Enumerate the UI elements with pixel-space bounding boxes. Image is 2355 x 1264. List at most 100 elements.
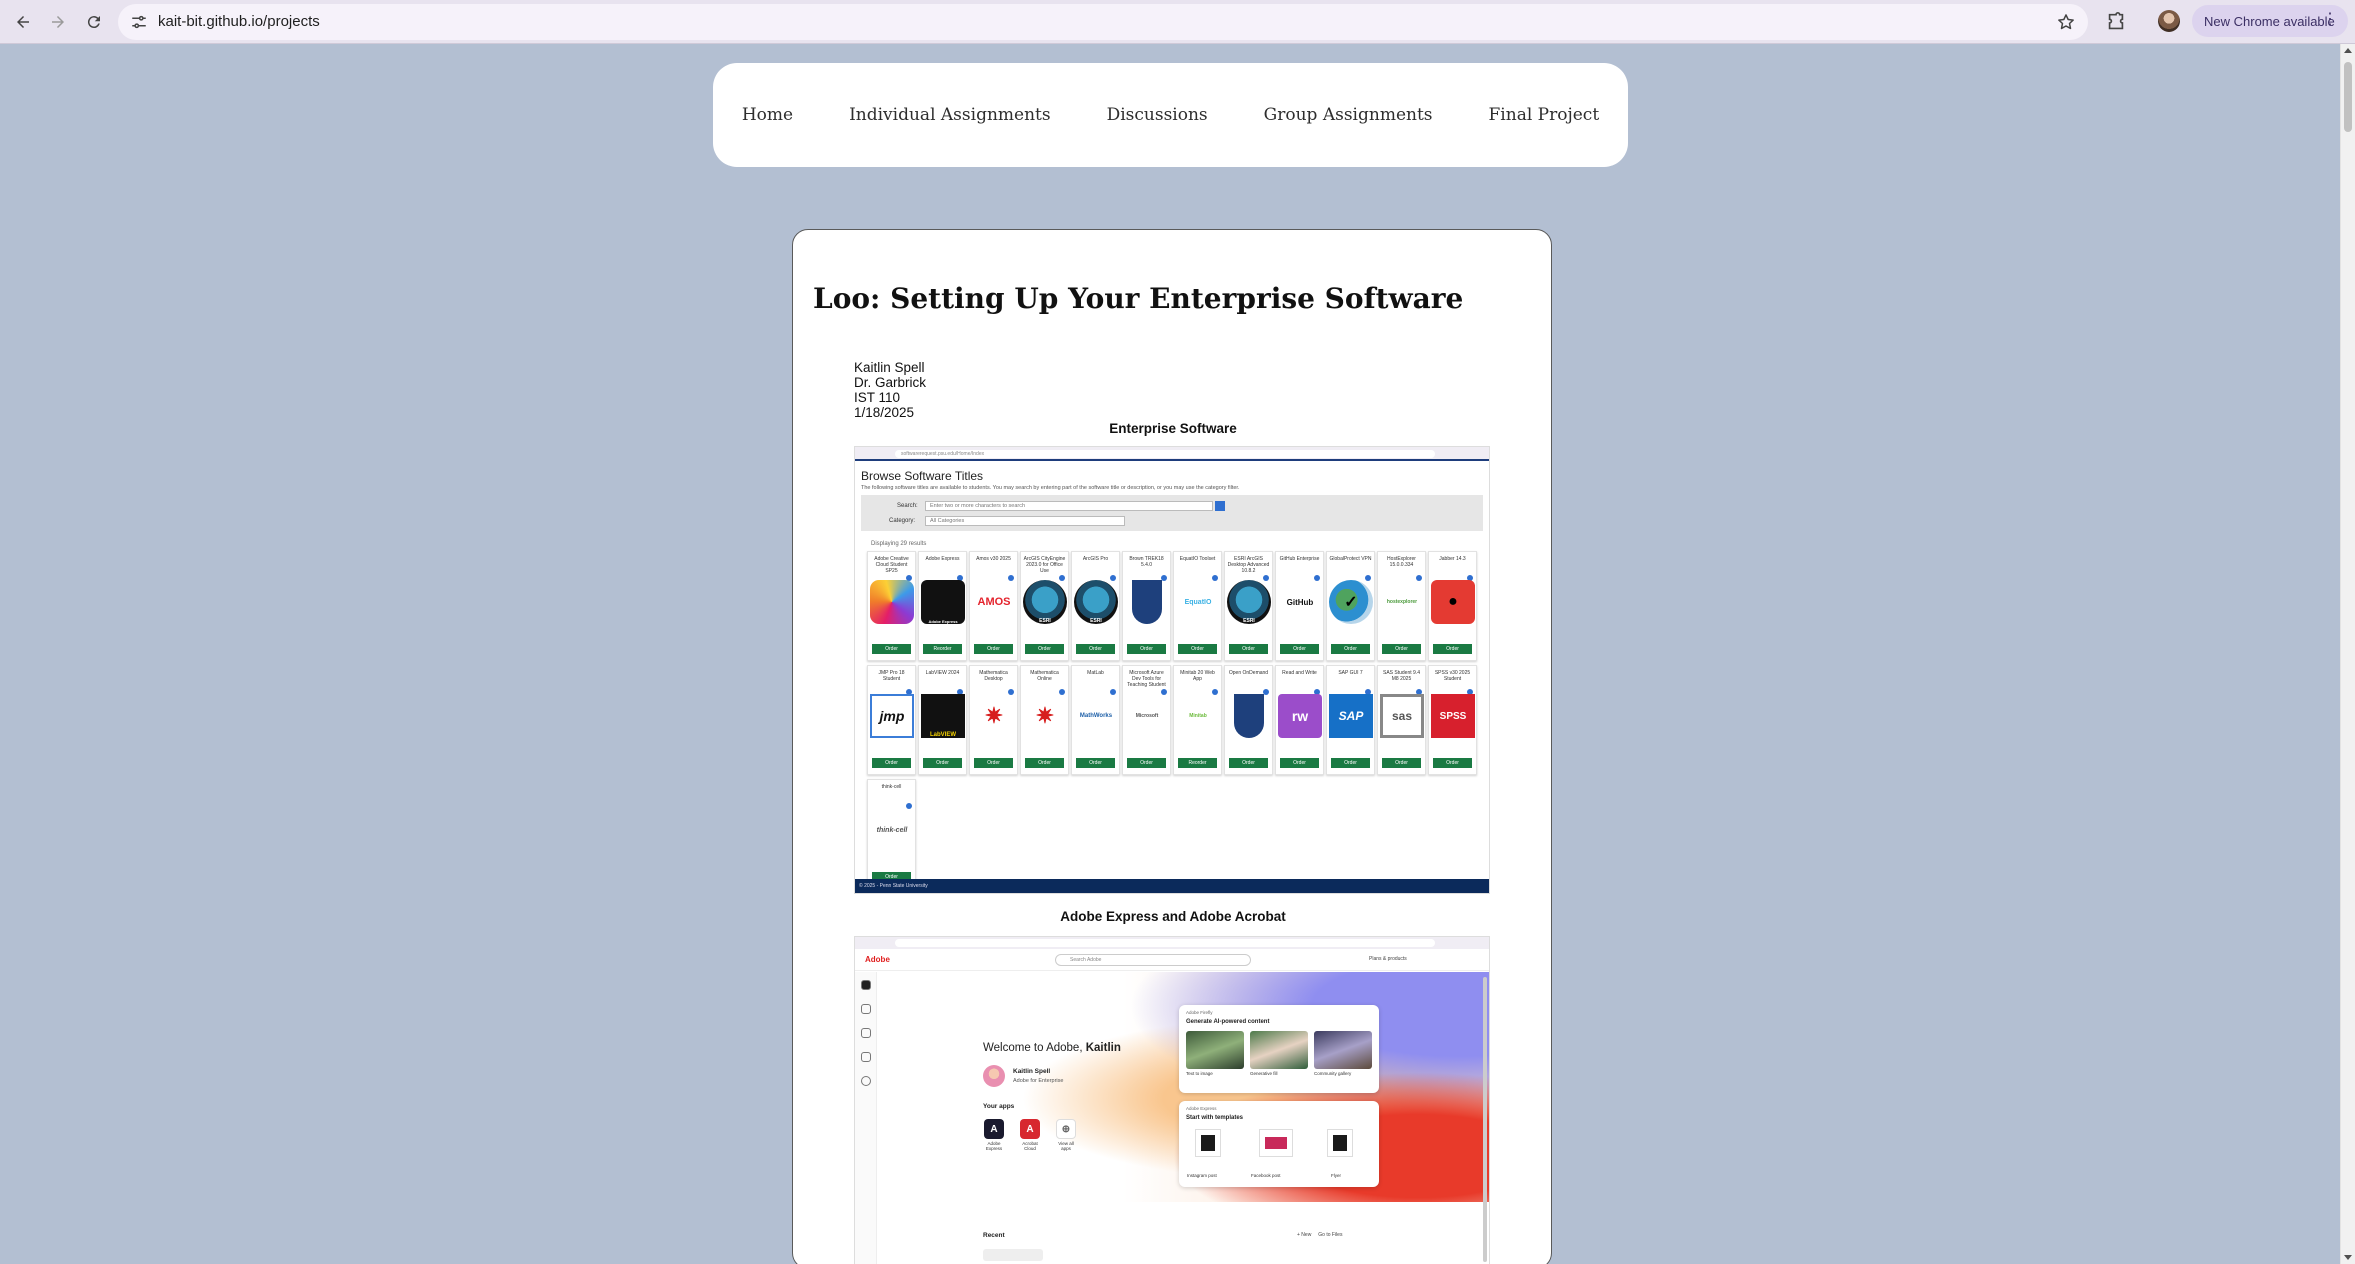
- adobe-header: Adobe Search Adobe Plans & products: [855, 949, 1489, 971]
- site-settings-icon[interactable]: [130, 13, 148, 31]
- microsoft-logo: Microsoft: [1135, 713, 1159, 719]
- nav-final-project[interactable]: Final Project: [1489, 105, 1600, 125]
- software-grid-row-2: JMP Pro 18 Student jmp Order LabVIEW 2024 La…: [867, 665, 1479, 775]
- profile-avatar[interactable]: [2158, 10, 2180, 32]
- app-view-all: ⊕ View all apps: [1053, 1119, 1079, 1151]
- extensions-icon[interactable]: [2105, 11, 2127, 33]
- jabber-logo: ●: [1431, 580, 1475, 624]
- software-tile: Minitab 20 Web App Minitab Reorder: [1173, 665, 1222, 775]
- software-grid-row-1: Adobe Creative Cloud Student SP25 Order Ad…: [867, 551, 1479, 661]
- software-name: Mathematica Online: [1030, 670, 1059, 682]
- order-button: Order: [1280, 644, 1319, 654]
- forward-button[interactable]: [44, 8, 72, 36]
- student-name: Kaitlin Spell: [854, 360, 925, 375]
- jmp-logo: jmp: [870, 694, 914, 738]
- instructor-name: Dr. Garbrick: [854, 375, 927, 390]
- software-tile: ArcGIS Pro ESRI Order: [1071, 551, 1120, 661]
- url-text[interactable]: kait-bit.github.io/projects: [158, 13, 320, 30]
- acrobat-icon: A: [1020, 1119, 1040, 1139]
- category-select: All Categories: [925, 516, 1125, 526]
- order-button: Order: [1127, 644, 1166, 654]
- firefly-caption-2: Generative fill: [1250, 1071, 1278, 1076]
- recent-file-placeholder: [983, 1249, 1043, 1261]
- nav-group-assignments[interactable]: Group Assignments: [1264, 105, 1433, 125]
- adobe-plans-link: Plans & products: [1369, 956, 1407, 962]
- section-title-adobe: Adobe Express and Adobe Acrobat: [1060, 909, 1286, 924]
- embedded-browser-bar: [855, 937, 1489, 949]
- express-panel: Adobe Express Start with templates Insta…: [1179, 1101, 1379, 1187]
- minitab-logo: Minitab: [1189, 713, 1207, 719]
- order-button: Order: [1433, 758, 1472, 768]
- software-name: SPSS v30 2025 Student: [1434, 670, 1471, 682]
- order-button: Order: [1331, 758, 1370, 768]
- recent-new: + New: [1297, 1232, 1312, 1238]
- software-tile: EquatIO Toolset EquatIO Order: [1173, 551, 1222, 661]
- page-scrollbar[interactable]: [2340, 44, 2355, 1264]
- chrome-update-label: New Chrome available: [2204, 13, 2335, 29]
- nav-discussions[interactable]: Discussions: [1107, 105, 1208, 125]
- catalog-search-input: Enter two or more characters to search: [925, 501, 1213, 511]
- scroll-down-arrow-icon[interactable]: [2344, 1255, 2352, 1260]
- search-label: Search:: [897, 503, 918, 509]
- order-button: Reorder: [1178, 758, 1217, 768]
- apps-icon: [861, 1004, 871, 1014]
- express-tag: Adobe Express: [1186, 1106, 1217, 1111]
- arrow-right-icon: [52, 16, 64, 28]
- nav-individual-assignments[interactable]: Individual Assignments: [849, 105, 1051, 125]
- order-button: Order: [1025, 644, 1064, 654]
- readwrite-logo: rw: [1278, 694, 1322, 738]
- software-name: ESRI ArcGIS Desktop Advanced 10.8.2: [1227, 556, 1270, 574]
- order-button: Order: [872, 758, 911, 768]
- software-name: Microsoft Azure Dev Tools for Teaching S…: [1127, 670, 1166, 688]
- reload-button[interactable]: [80, 8, 108, 36]
- sap-logo: SAP: [1329, 694, 1373, 738]
- firefly-thumb-1: [1186, 1031, 1244, 1069]
- back-button[interactable]: [9, 8, 37, 36]
- software-name: JMP Pro 18 Student: [878, 670, 905, 682]
- reload-icon: [87, 16, 100, 29]
- software-tile: Adobe Express Adobe Express Reorder: [918, 551, 967, 661]
- software-tile: SAP GUI 7 SAP Order: [1326, 665, 1375, 775]
- adobe-search-input: Search Adobe: [1055, 954, 1251, 966]
- app-label: View all apps: [1058, 1141, 1074, 1151]
- scroll-up-arrow-icon[interactable]: [2344, 48, 2352, 53]
- mathematica-logo: ✷: [1035, 703, 1055, 728]
- software-name: GlobalProtect VPN: [1329, 556, 1372, 562]
- course-code: IST 110: [854, 390, 901, 405]
- equatio-logo: EquatIO: [1184, 598, 1212, 606]
- chrome-update-button[interactable]: New Chrome available ⋮: [2192, 5, 2348, 37]
- order-button: Order: [1229, 644, 1268, 654]
- template-caption-1: Instagram post: [1187, 1173, 1217, 1178]
- software-name: SAP GUI 7: [1338, 670, 1363, 676]
- amos-logo: AMOS: [977, 596, 1011, 608]
- order-button: Order: [1382, 758, 1421, 768]
- bookmark-star-icon[interactable]: [2056, 12, 2076, 32]
- address-bar[interactable]: kait-bit.github.io/projects: [118, 4, 2088, 40]
- app-adobe-express: A Adobe Express: [981, 1119, 1007, 1151]
- express-heading: Start with templates: [1186, 1115, 1244, 1121]
- assignment-heading: Kaitlin Spell Dr. Garbrick IST 110 1/18/…: [854, 360, 926, 420]
- software-grid-row-3: think-cell think-cell Order: [867, 779, 1479, 889]
- adobe-welcome: Welcome to Adobe, Kaitlin: [983, 1042, 1121, 1054]
- scrollbar-thumb[interactable]: [2344, 62, 2352, 132]
- software-tile: Microsoft Azure Dev Tools for Teaching S…: [1122, 665, 1171, 775]
- software-name: Jabber 14.3: [1439, 556, 1466, 562]
- order-button: Order: [923, 758, 962, 768]
- software-name: ArcGIS CityEngine 2023.0 for Office Use: [1023, 556, 1066, 574]
- software-tile: Open OnDemand Order: [1224, 665, 1273, 775]
- template-thumb-1: [1195, 1129, 1221, 1157]
- browser-toolbar: kait-bit.github.io/projects New Chrome a…: [0, 0, 2355, 44]
- nav-home[interactable]: Home: [742, 105, 793, 125]
- catalog-description: The following software titles are availa…: [861, 485, 1240, 491]
- order-button: Reorder: [923, 644, 962, 654]
- order-button: Order: [1127, 758, 1166, 768]
- more-menu-icon[interactable]: ⋮: [2322, 12, 2338, 28]
- recent-go-to-files: Go to Files: [1318, 1232, 1343, 1238]
- order-button: Order: [1382, 644, 1421, 654]
- template-caption-3: Flyer: [1331, 1173, 1341, 1178]
- learn-icon: [861, 1052, 871, 1062]
- info-icon: [1110, 575, 1116, 581]
- software-name: SAS Student 9.4 M8 2025: [1383, 670, 1420, 682]
- software-tile: SPSS v30 2025 Student SPSS Order: [1428, 665, 1477, 775]
- embedded-url: softwarerequest.psu.edu/Home/Index: [895, 450, 1435, 458]
